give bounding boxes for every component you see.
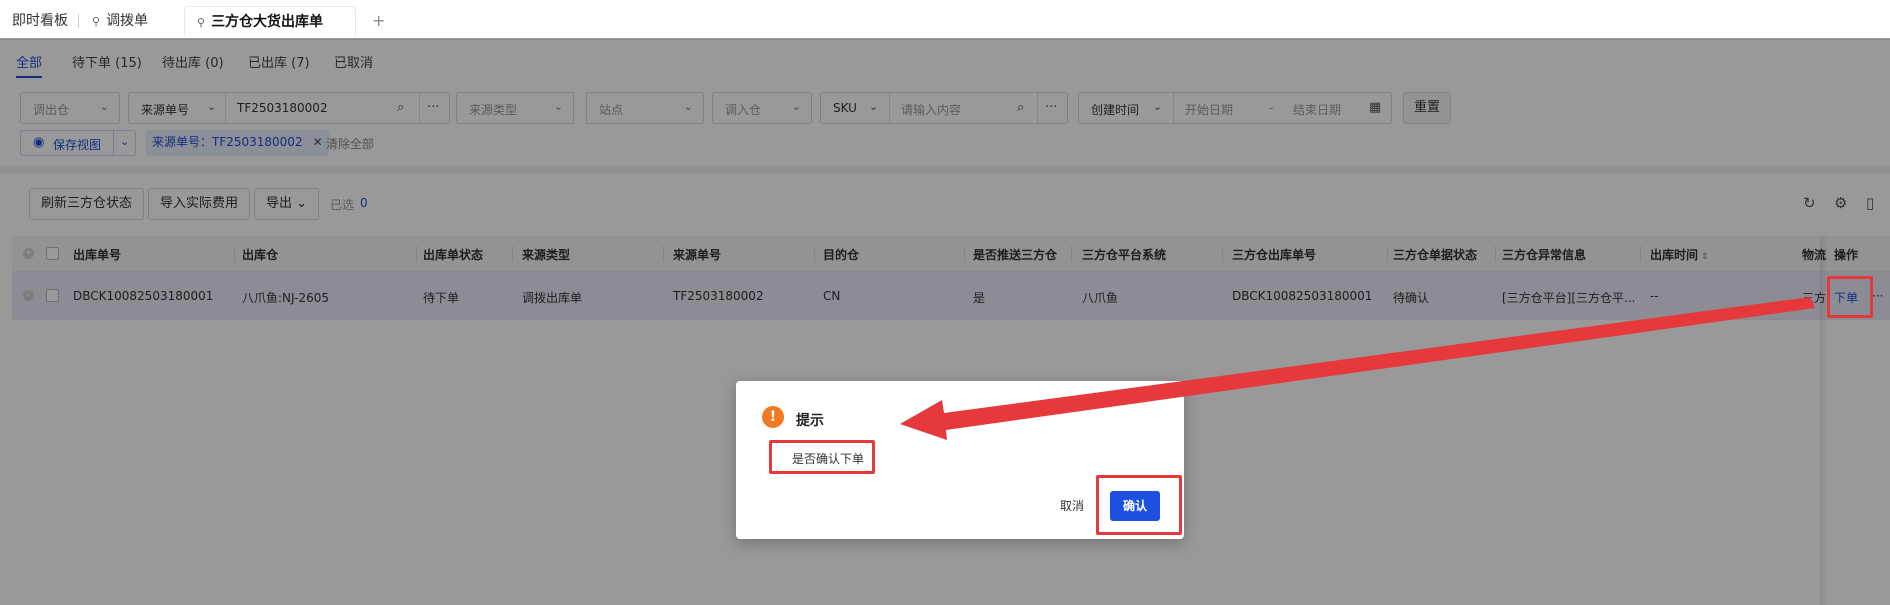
tab-transfer-order[interactable]: ⚲ 调拨单 xyxy=(80,6,160,36)
tab-divider xyxy=(78,14,79,28)
annotation-box-action xyxy=(1827,276,1873,318)
window-tab-bar: 即时看板 ⚲ 调拨单 ⚲ 三方仓大货出库单 + xyxy=(0,0,1890,40)
add-tab-button[interactable]: + xyxy=(372,6,385,36)
cancel-button[interactable]: 取消 xyxy=(1052,491,1092,521)
pin-icon: ⚲ xyxy=(92,15,101,28)
pin-icon: ⚲ xyxy=(197,16,206,29)
annotation-box-message xyxy=(769,440,875,474)
dialog-title: 提示 xyxy=(796,413,824,429)
annotation-box-confirm xyxy=(1096,475,1182,535)
warning-icon: ! xyxy=(762,406,784,428)
tab-dashboard[interactable]: 即时看板 xyxy=(0,6,80,36)
tab-third-party-outbound[interactable]: ⚲ 三方仓大货出库单 xyxy=(184,6,356,36)
